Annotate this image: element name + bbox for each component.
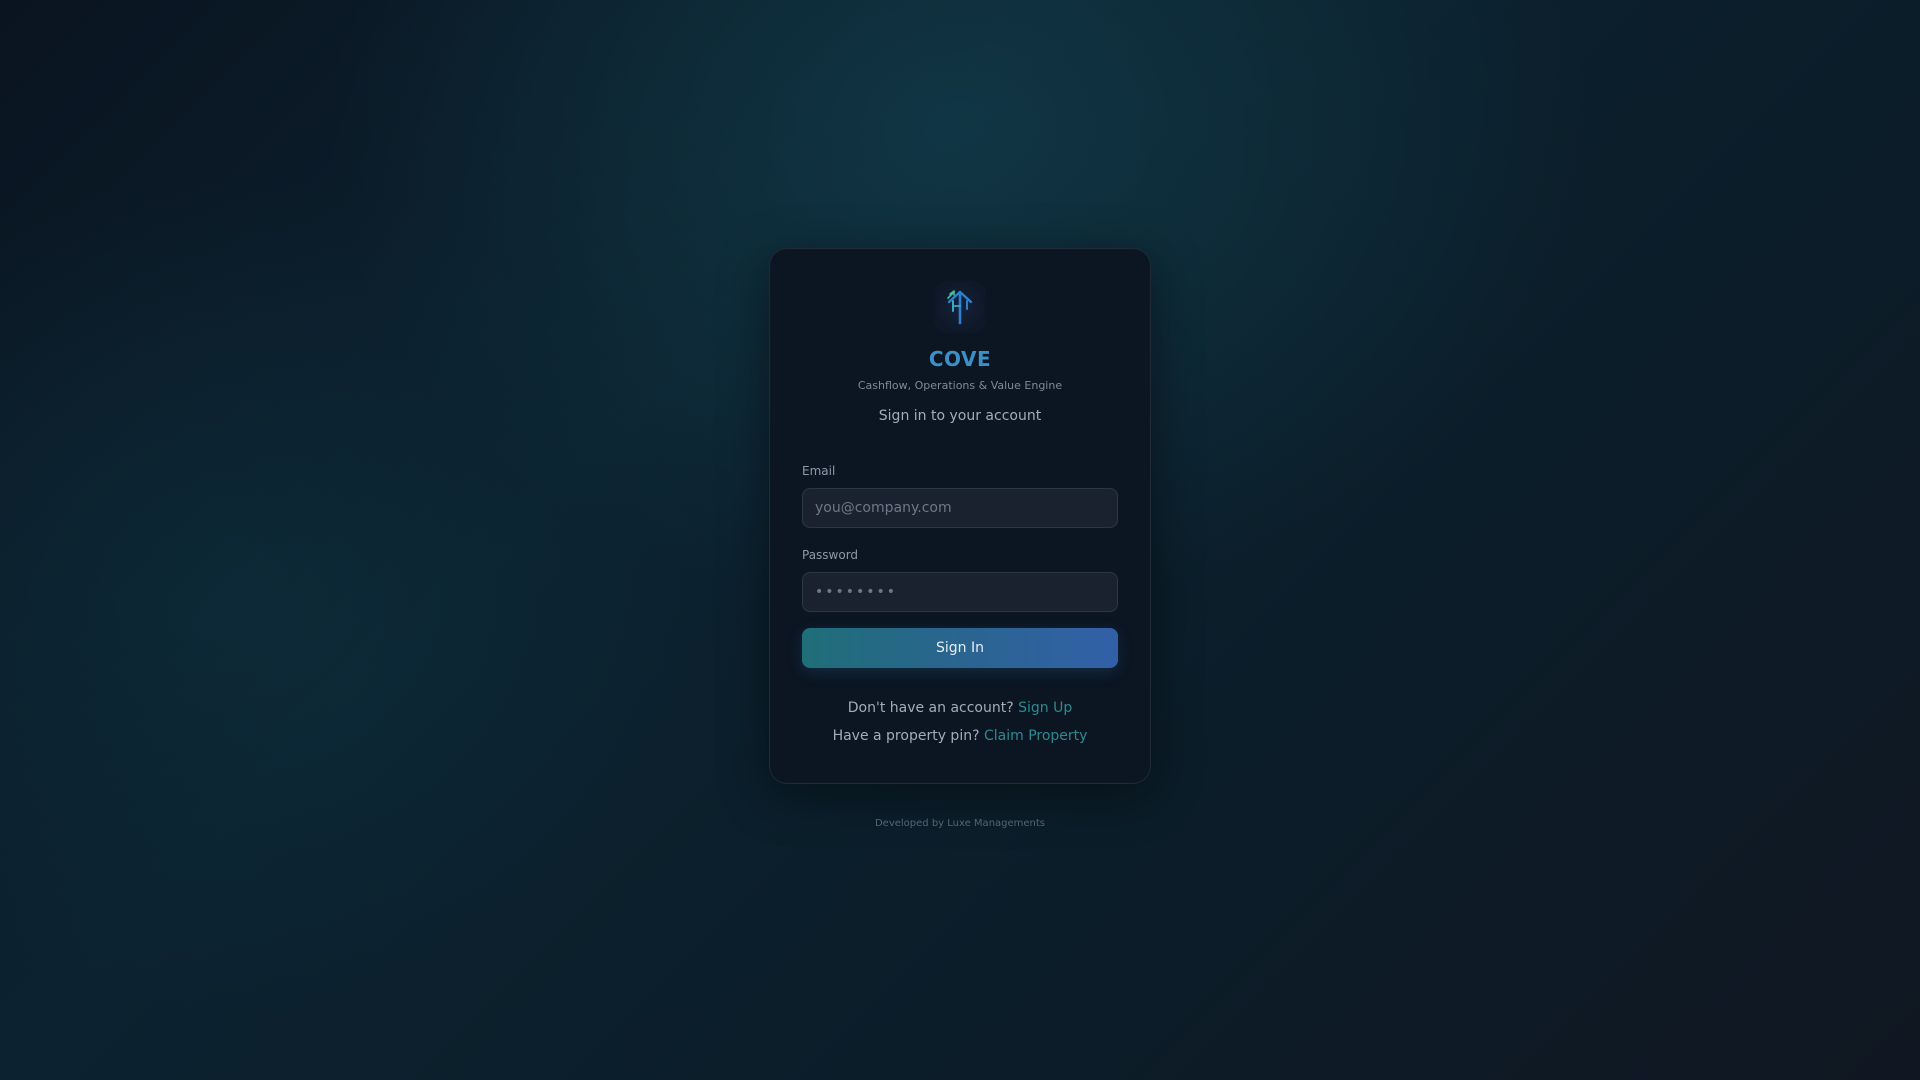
house-arrows-logo-icon: [947, 290, 973, 325]
signup-row: Don't have an account? Sign Up: [802, 694, 1118, 722]
signup-prompt: Don't have an account?: [847, 700, 1014, 716]
email-label: Email: [802, 464, 836, 478]
email-field[interactable]: [802, 488, 1118, 528]
login-card: COVE Cashflow, Operations & Value Engine…: [769, 248, 1151, 784]
password-label: Password: [802, 548, 859, 562]
brand-tagline: Cashflow, Operations & Value Engine: [857, 379, 1063, 392]
logo: [934, 281, 986, 333]
claim-row: Have a property pin? Claim Property: [802, 722, 1118, 750]
sign-in-button[interactable]: Sign In: [802, 628, 1118, 668]
auth-links: Don't have an account? Sign Up Have a pr…: [802, 694, 1118, 750]
sign-up-link[interactable]: Sign Up: [1018, 700, 1072, 716]
brand-name: COVE: [928, 347, 992, 371]
developer-credit: Developed by Luxe Managements: [874, 818, 1046, 829]
claim-prompt: Have a property pin?: [832, 728, 980, 744]
password-field[interactable]: [802, 572, 1118, 612]
form-subtitle: Sign in to your account: [878, 408, 1042, 424]
claim-property-link[interactable]: Claim Property: [984, 728, 1087, 744]
